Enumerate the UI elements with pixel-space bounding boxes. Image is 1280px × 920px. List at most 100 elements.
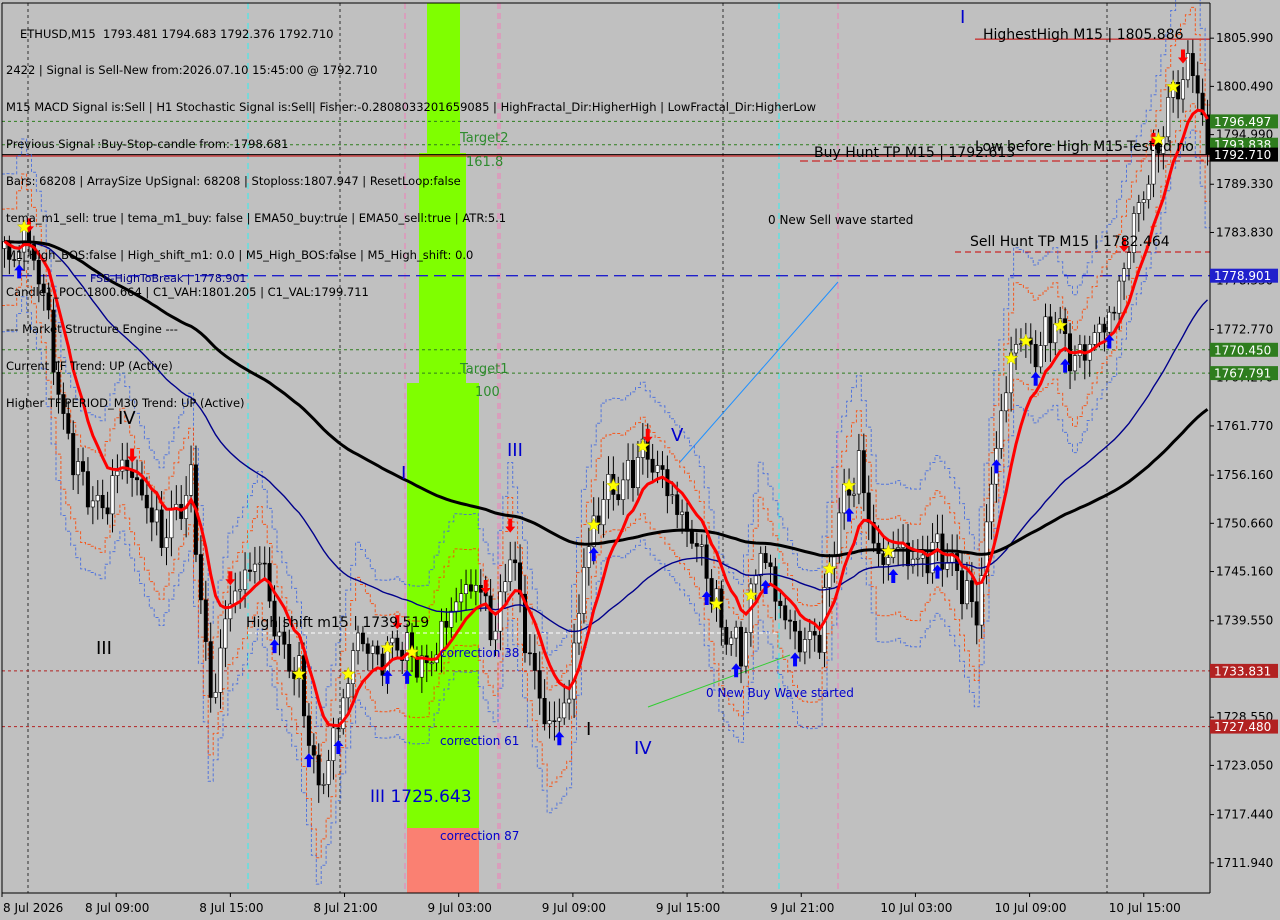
candle-body <box>277 631 282 637</box>
candle-body <box>95 494 100 502</box>
candle-body <box>694 543 699 547</box>
candle-body <box>802 639 807 653</box>
candle-body <box>473 584 478 592</box>
candle-body <box>444 620 449 628</box>
wave-label-iv-b: IV <box>634 738 652 759</box>
candle-body <box>1004 392 1009 412</box>
candle-body <box>724 626 729 645</box>
candle-body <box>797 630 802 653</box>
candle-body <box>586 546 591 568</box>
wave-low-label: III 1725.643 <box>370 787 472 807</box>
candle-body <box>675 494 680 515</box>
candle-body <box>532 652 537 671</box>
price-level-tag-label: 1770.450 <box>1214 343 1271 357</box>
candle-body <box>758 553 763 577</box>
time-tick-label: 8 Jul 15:00 <box>199 901 263 915</box>
candle-body <box>149 507 154 523</box>
candle-body <box>920 554 925 559</box>
candle-body <box>655 465 660 473</box>
candle-body <box>454 601 459 612</box>
candle-body <box>301 655 306 717</box>
candle-body <box>562 702 567 719</box>
correction-61-label: correction 61 <box>440 734 519 748</box>
candle-body <box>935 533 940 543</box>
candle-body <box>375 645 380 655</box>
candle-body <box>336 727 341 730</box>
candle-body <box>1033 343 1038 368</box>
candle-body <box>792 620 797 632</box>
candle-body <box>218 647 223 693</box>
candle-body <box>547 720 552 725</box>
candle-body <box>1092 332 1097 345</box>
price-tick-label: 1750.660 <box>1216 516 1273 530</box>
candle-body <box>842 484 847 514</box>
candle-body <box>326 760 331 785</box>
candle-body <box>837 512 842 557</box>
candle-body <box>567 698 572 704</box>
candle-body <box>1205 114 1210 155</box>
time-tick-label: 9 Jul 03:00 <box>428 901 492 915</box>
candle-body <box>262 562 267 565</box>
price-level-tag-label: 1733.831 <box>1214 664 1271 678</box>
candle-body <box>1136 202 1141 214</box>
candle-body <box>1190 53 1195 77</box>
price-level-tag-label: 1796.497 <box>1214 115 1271 129</box>
candle-body <box>729 637 734 645</box>
candle-body <box>513 559 518 564</box>
price-tick-label: 1772.770 <box>1216 322 1273 336</box>
info-line-higher-tf: Higher TF:PERIOD_M30 Trend: UP (Active) <box>6 395 245 410</box>
candle-body <box>930 542 935 574</box>
time-tick-label: 8 Jul 09:00 <box>85 901 149 915</box>
candle-body <box>1112 311 1117 314</box>
candle-body <box>468 584 473 592</box>
candle-body <box>85 471 90 508</box>
info-line-tema: tema_m1_sell: true | tema_m1_buy: false … <box>6 211 507 226</box>
zone-correction <box>407 383 479 828</box>
candle-body <box>527 652 532 655</box>
candle-body <box>763 553 768 564</box>
candle-body <box>331 727 336 761</box>
candle-body <box>1181 79 1186 100</box>
candle-body <box>537 670 542 699</box>
wave-label-i-a: I <box>401 463 406 484</box>
candle-body <box>189 464 194 496</box>
info-line-macd: M15 MACD Signal is:Sell | H1 Stochastic … <box>6 100 817 115</box>
time-tick-label: 10 Jul 15:00 <box>1109 901 1181 915</box>
candle-body <box>1122 268 1127 282</box>
time-tick-label: 10 Jul 03:00 <box>880 901 952 915</box>
candle-body <box>154 509 159 523</box>
price-tick-label: 1805.990 <box>1216 31 1273 45</box>
candle-body <box>699 544 704 547</box>
candle-body <box>1117 280 1122 314</box>
candle-body <box>243 569 248 590</box>
candle-body <box>164 537 169 548</box>
wave-label-iii-b: III <box>507 440 523 461</box>
candle-body <box>144 494 149 509</box>
candle-body <box>1097 323 1102 333</box>
candle-body <box>100 494 105 509</box>
candle-body <box>989 483 994 523</box>
price-tick-label: 1739.550 <box>1216 614 1273 628</box>
price-tick-label: 1761.770 <box>1216 419 1273 433</box>
candle-body <box>572 642 577 700</box>
candle-body <box>248 569 253 572</box>
candle-body <box>252 563 257 572</box>
candle-body <box>1107 311 1112 333</box>
candle-body <box>208 641 213 698</box>
price-tick-label: 1800.490 <box>1216 79 1273 93</box>
candle-body <box>650 458 655 473</box>
candle-body <box>959 570 964 605</box>
candle-body <box>503 581 508 593</box>
candle-body <box>788 619 793 622</box>
candle-body <box>1195 75 1200 94</box>
candle-body <box>915 557 920 560</box>
candle-body <box>365 643 370 654</box>
candle-body <box>390 637 395 644</box>
candle-body <box>380 653 385 676</box>
info-line-signal: 2422 | Signal is Sell-New from:2026.07.1… <box>6 63 378 78</box>
price-tick-label: 1717.440 <box>1216 808 1273 822</box>
candle-body <box>355 632 360 651</box>
candle-body <box>449 610 454 628</box>
candle-body <box>71 433 76 476</box>
candle-body <box>964 580 969 605</box>
